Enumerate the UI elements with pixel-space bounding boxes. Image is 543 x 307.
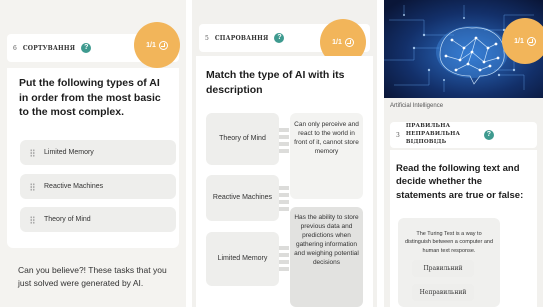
connector-icon bbox=[279, 246, 289, 272]
connector-icon bbox=[279, 186, 289, 212]
sortable-item[interactable]: Reactive Machines bbox=[20, 174, 176, 199]
progress-badge: 1/1 bbox=[134, 22, 180, 68]
drag-handle-icon[interactable] bbox=[30, 148, 35, 157]
step-label: СПАРОВАННЯ bbox=[214, 34, 269, 42]
drag-handle-icon[interactable] bbox=[30, 215, 35, 224]
step-number: 5 bbox=[205, 34, 209, 42]
sortable-item[interactable]: Limited Memory bbox=[20, 140, 176, 165]
check-icon bbox=[158, 40, 168, 50]
item-label: Limited Memory bbox=[44, 149, 94, 156]
match-description[interactable]: Can only perceive and react to the world… bbox=[290, 113, 363, 199]
false-option[interactable]: Неправильний bbox=[412, 284, 474, 301]
match-term[interactable]: Theory of Mind bbox=[206, 113, 279, 165]
progress-badge: 1/1 bbox=[502, 18, 543, 64]
question-title: Match the type of AI with its descriptio… bbox=[206, 69, 345, 96]
match-term[interactable]: Reactive Machines bbox=[206, 175, 279, 221]
progress-text: 1/1 bbox=[146, 41, 156, 49]
true-option[interactable]: Правильний bbox=[412, 260, 474, 277]
step-header: 3 ПРАВИЛЬНА НЕПРАВИЛЬНА ВІДПОВІДЬ ? bbox=[390, 122, 537, 148]
true-false-screen: 1/1 Artificial Intelligence 3 ПРАВИЛЬНА … bbox=[384, 0, 543, 307]
sortable-item[interactable]: Theory of Mind bbox=[20, 207, 176, 232]
step-label: СОРТУВАННЯ bbox=[22, 44, 76, 52]
progress-text: 1/1 bbox=[332, 38, 342, 46]
step-number: 3 bbox=[396, 131, 400, 139]
sorting-screen: 6 СОРТУВАННЯ ? 1/1 Put the following typ… bbox=[0, 0, 186, 307]
item-label: Reactive Machines bbox=[44, 183, 104, 190]
question-title: Put the following types of AI in order f… bbox=[19, 77, 161, 119]
check-icon bbox=[526, 36, 536, 46]
statement-text: The Turing Test is a way to distinguish … bbox=[404, 231, 494, 254]
progress-text: 1/1 bbox=[514, 37, 524, 45]
help-icon[interactable]: ? bbox=[274, 33, 285, 43]
connector-icon bbox=[279, 128, 289, 154]
footer-text: Can you believe?! These tasks that you j… bbox=[18, 265, 167, 288]
question-title: Read the following text and decide wheth… bbox=[396, 163, 524, 201]
match-description[interactable]: Has the ability to store previous data a… bbox=[290, 207, 363, 307]
step-label: ПРАВИЛЬНА НЕПРАВИЛЬНА ВІДПОВІДЬ bbox=[405, 123, 461, 145]
step-number: 6 bbox=[13, 44, 17, 52]
matching-screen: 5 СПАРОВАННЯ ? 1/1 Match the type of AI … bbox=[192, 0, 377, 307]
help-icon[interactable]: ? bbox=[483, 130, 494, 140]
item-label: Theory of Mind bbox=[44, 216, 91, 223]
match-term[interactable]: Limited Memory bbox=[206, 232, 279, 286]
help-icon[interactable]: ? bbox=[81, 43, 92, 53]
image-caption: Artificial Intelligence bbox=[390, 103, 444, 109]
check-icon bbox=[344, 37, 354, 47]
drag-handle-icon[interactable] bbox=[30, 182, 35, 191]
